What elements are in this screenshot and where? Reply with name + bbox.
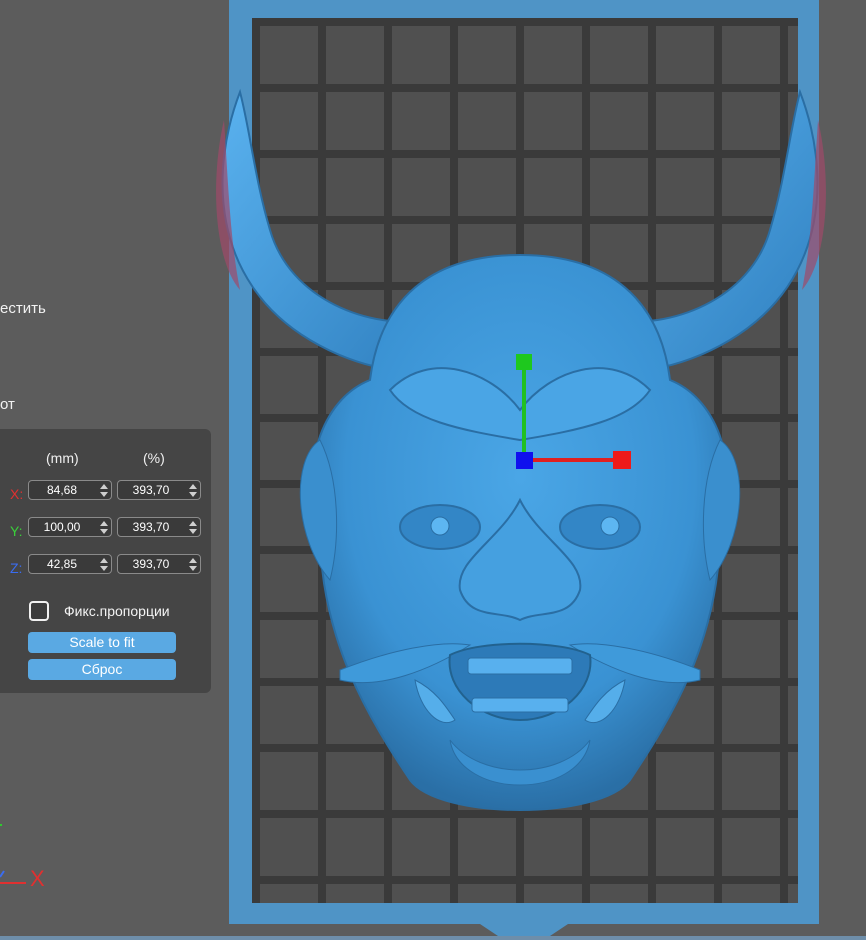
3d-viewport[interactable]: естить от (mm) (%) X: 84,68 393,70 Y: 10… [0, 0, 866, 940]
spinner-arrows-icon[interactable] [189, 558, 197, 571]
z-percent-input[interactable]: 393,70 [117, 554, 201, 574]
column-header-mm: (mm) [46, 450, 79, 466]
spinner-arrows-icon[interactable] [189, 521, 197, 534]
spinner-arrows-icon[interactable] [100, 484, 108, 497]
column-header-percent: (%) [143, 450, 165, 466]
sidebar-cropped-item[interactable]: от [0, 396, 15, 413]
z-mm-input[interactable]: 42,85 [28, 554, 112, 574]
y-percent-input[interactable]: 393,70 [117, 517, 201, 537]
reset-button[interactable]: Сброс [28, 659, 176, 680]
y-mm-input[interactable]: 100,00 [28, 517, 112, 537]
y-percent-value: 393,70 [132, 520, 170, 534]
x-mm-input[interactable]: 84,68 [28, 480, 112, 500]
uniform-scale-checkbox[interactable] [29, 601, 49, 621]
axis-label-y: Y: [10, 523, 23, 539]
axis-triad-x-label: X [30, 866, 45, 891]
viewport-bottom-edge [0, 936, 866, 940]
x-percent-value: 393,70 [132, 483, 170, 497]
axis-label-x: X: [10, 486, 24, 502]
sidebar-cropped-item[interactable]: естить [0, 300, 46, 317]
gizmo-x-handle[interactable] [613, 451, 631, 469]
y-mm-value: 100,00 [43, 520, 81, 534]
scale-to-fit-button[interactable]: Scale to fit [28, 632, 176, 653]
gizmo-z-handle[interactable] [516, 452, 533, 469]
spinner-arrows-icon[interactable] [100, 558, 108, 571]
uniform-scale-label: Фикс.пропорции [64, 603, 170, 619]
gizmo-y-handle[interactable] [516, 354, 532, 370]
move-gizmo[interactable] [505, 345, 645, 485]
spinner-arrows-icon[interactable] [189, 484, 197, 497]
x-mm-value: 84,68 [46, 483, 78, 497]
axis-label-z: Z: [10, 560, 23, 576]
z-mm-value: 42,85 [46, 557, 78, 571]
z-percent-value: 393,70 [132, 557, 170, 571]
spinner-arrows-icon[interactable] [100, 521, 108, 534]
x-percent-input[interactable]: 393,70 [117, 480, 201, 500]
